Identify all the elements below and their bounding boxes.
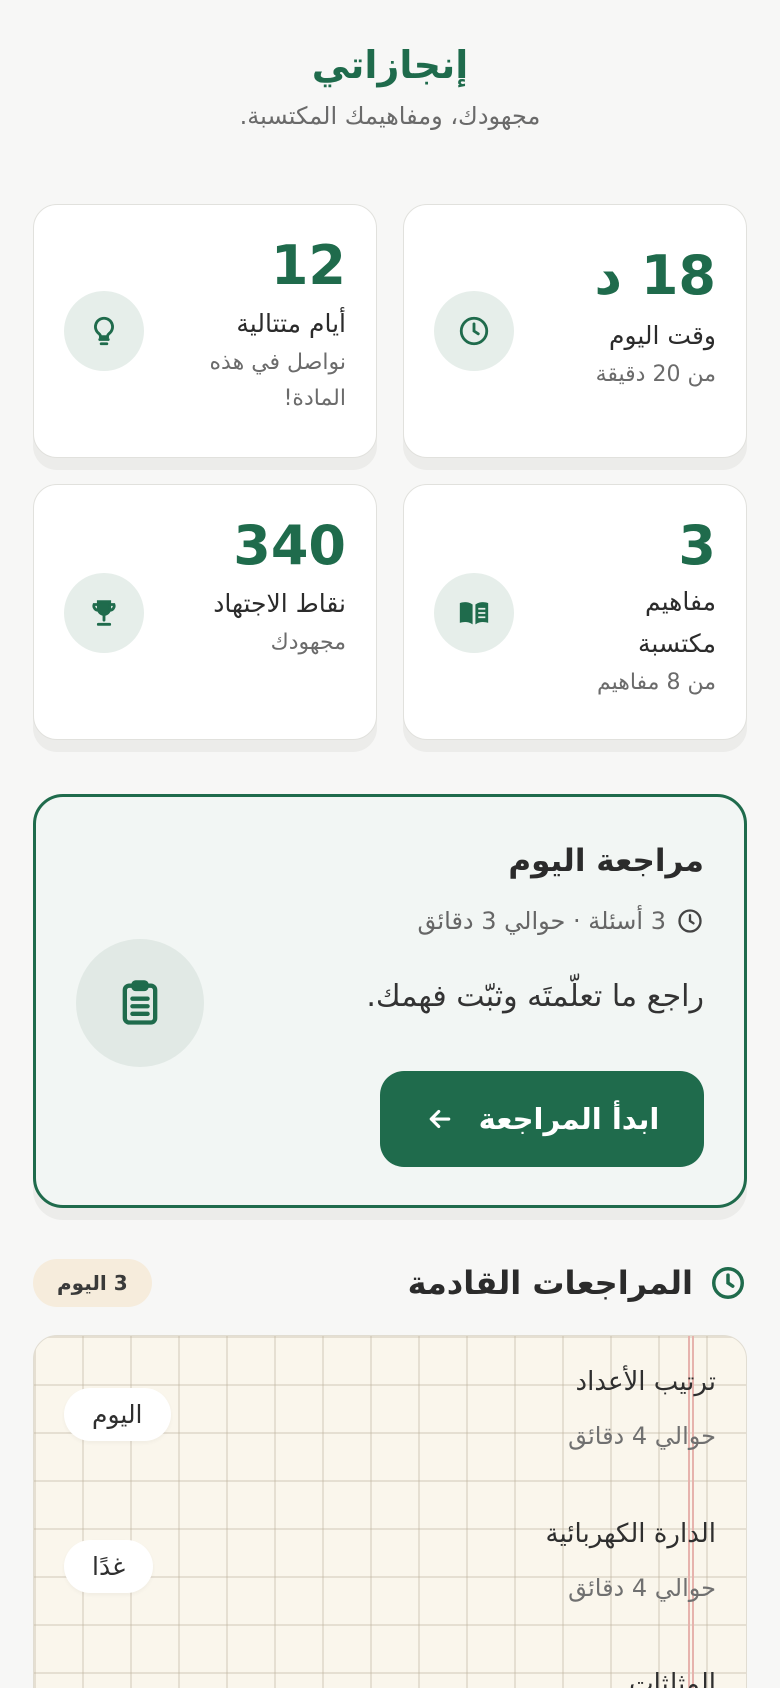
page-header: إنجازاتي مجهودك، ومفاهيمك المكتسبة. [0, 0, 780, 130]
topic-time: حوالي 4 دقائق [568, 1422, 716, 1450]
review-meta-text: 3 أسئلة · حوالي 3 دقائق [417, 907, 666, 935]
list-item[interactable]: ترتيب الأعداد حوالي 4 دقائق [568, 1360, 716, 1458]
stats-grid: 18 د وقت اليوم من 20 دقيقة 12 أيام متتال… [33, 204, 747, 740]
stat-title: أيام متتالية [236, 309, 346, 338]
clock-icon [678, 909, 702, 933]
clock-icon [434, 291, 514, 371]
stat-subtitle: نواصل في هذه المادة! [209, 350, 346, 411]
review-title: مراجعة اليوم [508, 843, 704, 879]
start-review-button[interactable]: ابدأ المراجعة [380, 1071, 704, 1167]
today-count-badge: 3 اليوم [33, 1259, 152, 1307]
list-item[interactable]: المثلثات [629, 1662, 716, 1688]
stat-card-concepts: 3 مفاهيم مكتسبة من 8 مفاهيم [403, 484, 747, 740]
daily-review-card: مراجعة اليوم 3 أسئلة · حوالي 3 دقائق راج… [33, 794, 747, 1208]
list-item[interactable]: الدارة الكهربائية حوالي 4 دقائق [546, 1512, 716, 1610]
stat-title: مفاهيم مكتسبة [638, 587, 716, 658]
review-meta: 3 أسئلة · حوالي 3 دقائق [417, 907, 704, 935]
clipboard-icon [76, 939, 204, 1067]
clock-icon [712, 1267, 744, 1299]
stat-value: 340 [233, 514, 346, 577]
day-chip: اليوم [64, 1388, 171, 1441]
stat-card-points: 340 نقاط الاجتهاد مجهودك [33, 484, 377, 740]
day-chip: غدًا [64, 1540, 154, 1593]
lightbulb-icon [64, 291, 144, 371]
stat-subtitle: مجهودك [270, 630, 346, 655]
review-description: راجع ما تعلّمتَه وثبّت فهمك. [366, 979, 704, 1014]
stat-value: 3 [678, 514, 716, 577]
topic-time: حوالي 4 دقائق [568, 1574, 716, 1602]
start-review-label: ابدأ المراجعة [478, 1102, 660, 1136]
achievements-page: إنجازاتي مجهودك، ومفاهيمك المكتسبة. 18 د… [0, 0, 780, 1688]
upcoming-title: المراجعات القادمة [408, 1264, 747, 1302]
stat-card-time-today: 18 د وقت اليوم من 20 دقيقة [403, 204, 747, 458]
stat-card-streak: 12 أيام متتالية نواصل في هذه المادة! [33, 204, 377, 458]
stat-title: نقاط الاجتهاد [213, 589, 346, 618]
stat-title: وقت اليوم [608, 321, 716, 350]
topic-name: المثلثات [629, 1669, 716, 1688]
upcoming-title-text: المراجعات القادمة [407, 1264, 693, 1302]
topic-name: ترتيب الأعداد [575, 1367, 716, 1397]
upcoming-reviews-header: المراجعات القادمة 3 اليوم [33, 1254, 747, 1312]
trophy-icon [64, 573, 144, 653]
page-subtitle: مجهودك، ومفاهيمك المكتسبة. [239, 102, 541, 130]
stat-subtitle: من 8 مفاهيم [596, 670, 716, 695]
upcoming-reviews-list: ترتيب الأعداد حوالي 4 دقائق اليوم الدارة… [33, 1335, 747, 1688]
topic-name: الدارة الكهربائية [545, 1519, 716, 1549]
book-icon [434, 573, 514, 653]
stat-subtitle: من 20 دقيقة [595, 362, 716, 387]
page-title: إنجازاتي [311, 43, 469, 87]
stat-value: 12 [270, 234, 346, 297]
arrow-left-icon [429, 1109, 450, 1129]
